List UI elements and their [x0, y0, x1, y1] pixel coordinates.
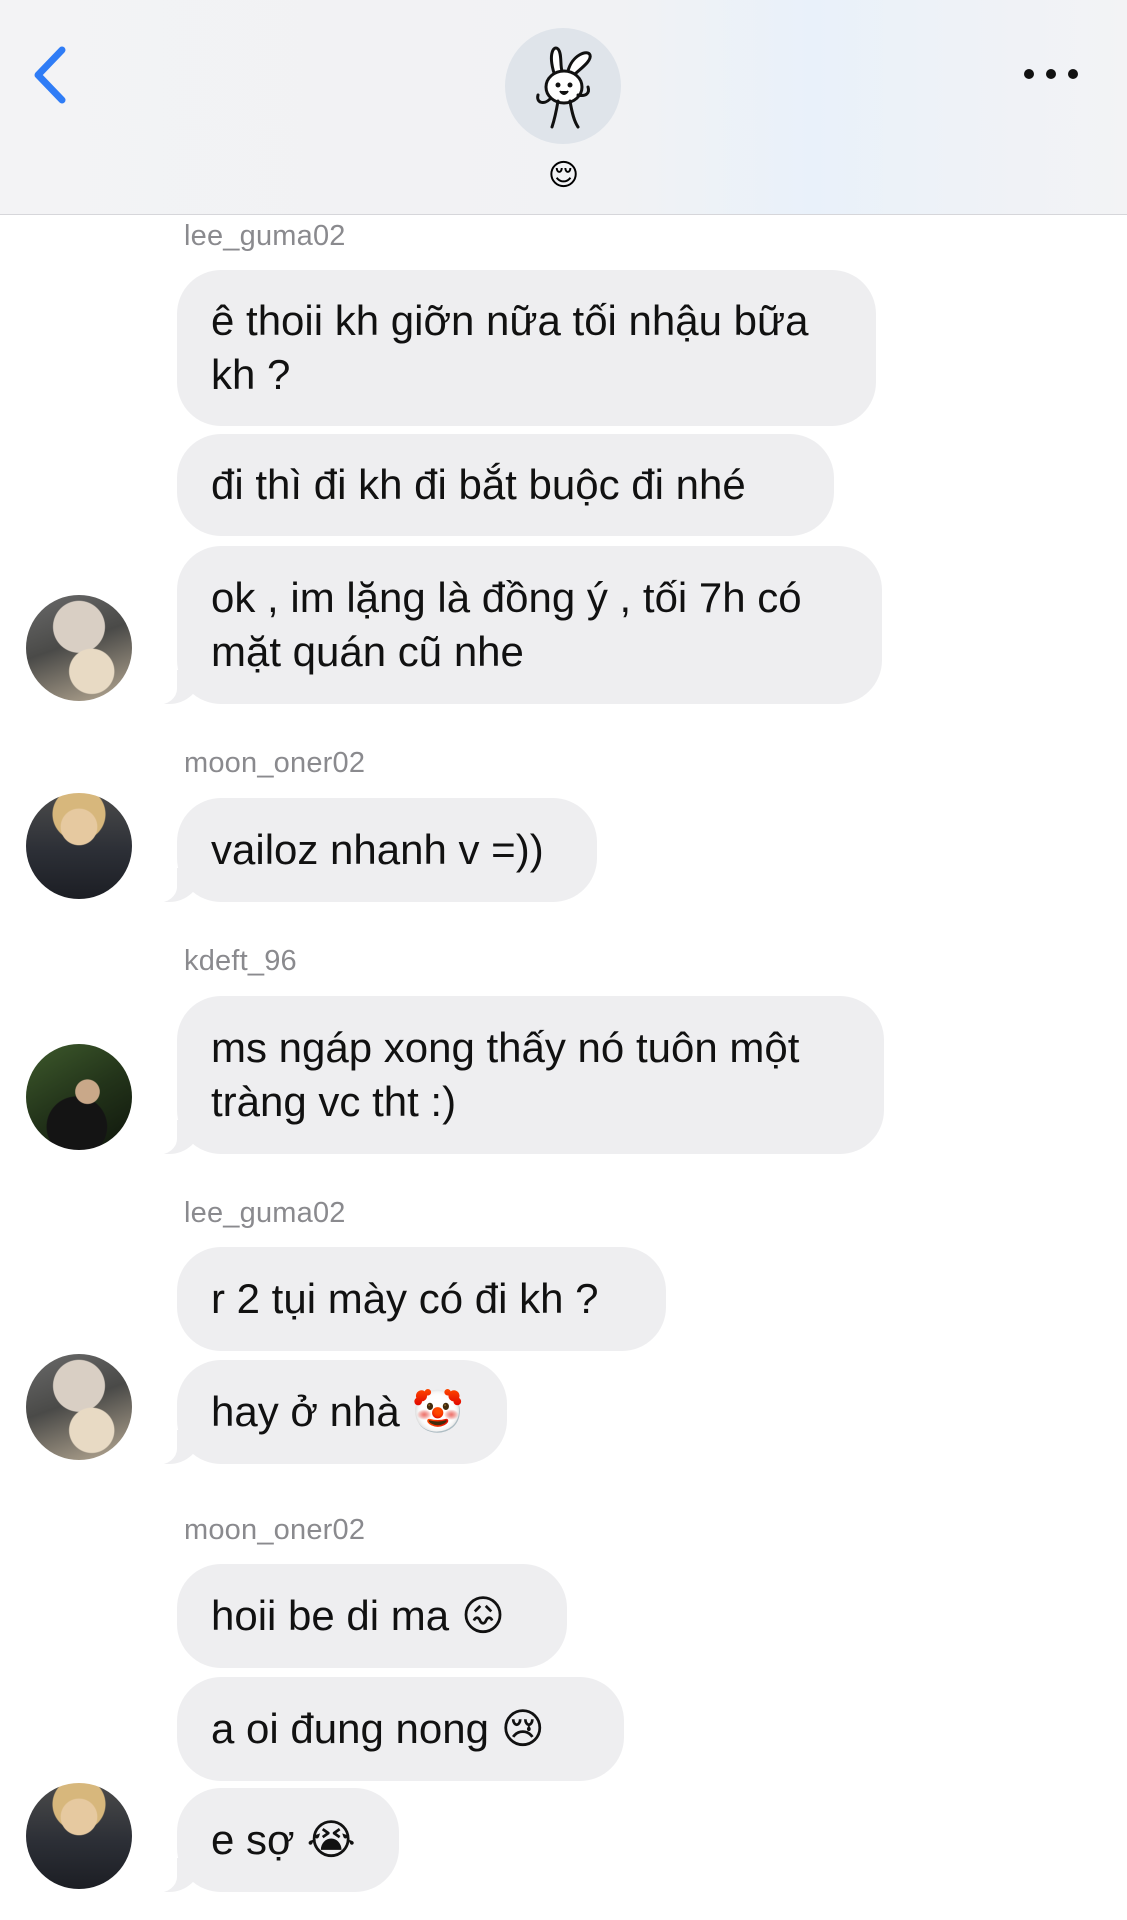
message-text: ms ngáp xong thấy nó tuôn một tràng vc t…	[211, 1024, 800, 1125]
confounded-face-icon: 😖	[461, 1592, 505, 1639]
message-text: ê thoii kh giỡn nữa tối nhậu bữa kh ?	[211, 297, 809, 398]
lee-guma02-avatar[interactable]	[26, 595, 132, 701]
message-bubble[interactable]: ms ngáp xong thấy nó tuôn một tràng vc t…	[151, 996, 884, 1155]
message-bubble[interactable]: hay ở nhà 🤡	[151, 1360, 507, 1465]
moon-oner02-avatar[interactable]	[26, 1783, 132, 1889]
message-bubble[interactable]: e sợ 😭	[151, 1788, 399, 1893]
sender-name: lee_guma02	[184, 1197, 346, 1229]
clown-face-icon: 🤡	[411, 1388, 464, 1435]
more-options-button[interactable]	[1024, 60, 1078, 88]
sender-name: moon_oner02	[184, 1514, 366, 1546]
message-text: vailoz nhanh v =))	[211, 826, 544, 873]
message-text: e sợ	[211, 1816, 295, 1863]
message-text: đi thì đi kh đi bắt buộc đi nhé	[211, 461, 746, 508]
moon-oner02-avatar[interactable]	[26, 793, 132, 899]
lee-guma02-avatar[interactable]	[26, 1354, 132, 1460]
message-bubble[interactable]: vailoz nhanh v =))	[151, 798, 597, 903]
message-text: a oi đung nong	[211, 1705, 489, 1752]
group-avatar[interactable]	[505, 28, 621, 144]
back-button[interactable]	[28, 40, 78, 110]
message-bubble[interactable]: ê thoii kh giỡn nữa tối nhậu bữa kh ?	[177, 270, 876, 426]
message-text: hay ở nhà	[211, 1388, 400, 1435]
message-bubble[interactable]: ok , im lặng là đồng ý , tối 7h có mặt q…	[151, 546, 882, 705]
ellipsis-dot	[1068, 69, 1078, 79]
chevron-left-icon	[34, 46, 66, 104]
message-bubble[interactable]: a oi đung nong 😢	[177, 1677, 624, 1781]
message-text: ok , im lặng là đồng ý , tối 7h có mặt q…	[211, 574, 802, 675]
chat-screen: 😌 lee_guma02 ê thoii kh giỡn nữa tối nhậ…	[0, 0, 1127, 1920]
crying-face-icon: 😢	[500, 1705, 545, 1752]
message-text: hoii be di ma	[211, 1592, 450, 1639]
message-text: r 2 tụi mày có đi kh ?	[211, 1275, 599, 1322]
sender-name: moon_oner02	[184, 747, 366, 779]
ellipsis-dot	[1046, 69, 1056, 79]
group-name[interactable]: 😌	[0, 158, 1127, 194]
ellipsis-icon	[1024, 69, 1034, 79]
message-bubble[interactable]: đi thì đi kh đi bắt buộc đi nhé	[177, 434, 834, 536]
sender-name: kdeft_96	[184, 945, 297, 977]
chat-header: 😌	[0, 0, 1127, 215]
bunny-sticker-icon	[536, 46, 592, 129]
sender-name: lee_guma02	[184, 220, 346, 252]
message-bubble[interactable]: hoii be di ma 😖	[177, 1564, 567, 1668]
message-bubble[interactable]: r 2 tụi mày có đi kh ?	[177, 1247, 666, 1351]
loudly-crying-face-icon: 😭	[306, 1816, 356, 1863]
kdeft-96-avatar[interactable]	[26, 1044, 132, 1150]
